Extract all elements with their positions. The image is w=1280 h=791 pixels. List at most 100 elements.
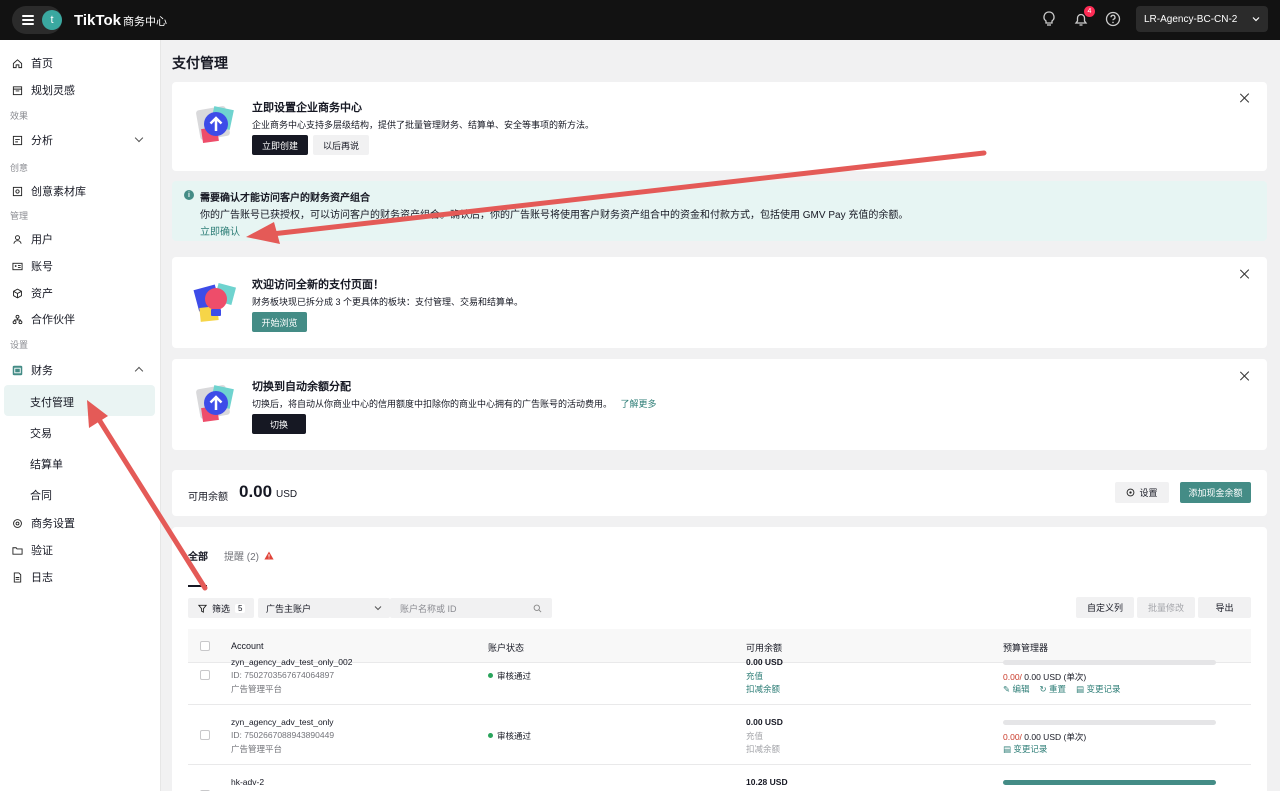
account-name[interactable]: hk-adv-2 bbox=[231, 777, 264, 787]
budget-progress-bar bbox=[1003, 660, 1216, 665]
row-checkbox[interactable] bbox=[200, 670, 210, 680]
account-card-icon bbox=[12, 262, 23, 270]
balance-label: 可用余额 bbox=[188, 492, 228, 503]
switch-button[interactable]: 切换 bbox=[252, 414, 306, 434]
account-type-select[interactable]: 广告主账户 bbox=[258, 598, 390, 618]
sidebar-item-analysis[interactable]: 分析 bbox=[12, 132, 152, 148]
sidebar-item-home[interactable]: 首页 bbox=[12, 55, 53, 71]
sidebar-item-partners[interactable]: 合作伙伴 bbox=[12, 311, 75, 327]
search-input[interactable]: 账户名称或 ID bbox=[390, 598, 552, 618]
learn-more-link[interactable]: 了解更多 bbox=[621, 399, 657, 409]
sidebar-item-business-settings[interactable]: 商务设置 bbox=[12, 515, 75, 531]
notification-badge: 4 bbox=[1084, 6, 1095, 17]
search-icon bbox=[533, 604, 542, 612]
close-icon[interactable] bbox=[1240, 371, 1250, 381]
sidebar-item-plan[interactable]: 规划灵感 bbox=[12, 82, 75, 98]
account-name[interactable]: zyn_agency_adv_test_only_002 bbox=[231, 657, 352, 667]
select-value: 广告主账户 bbox=[266, 603, 312, 614]
chevron-down-icon bbox=[374, 606, 382, 611]
start-browse-button[interactable]: 开始浏览 bbox=[252, 312, 307, 332]
sidebar-item-logs[interactable]: 日志 bbox=[12, 569, 53, 585]
batch-edit-button[interactable]: 批量修改 bbox=[1137, 597, 1195, 618]
upload-illustration-icon bbox=[196, 385, 234, 423]
table-row: zyn_agency_adv_test_only ID: 75026670889… bbox=[188, 705, 1251, 765]
export-button[interactable]: 导出 bbox=[1198, 597, 1251, 618]
user-avatar[interactable]: t bbox=[42, 10, 62, 30]
chevron-up-icon bbox=[134, 366, 144, 376]
sidebar-item-label: 资产 bbox=[31, 288, 53, 300]
close-icon[interactable] bbox=[1240, 269, 1250, 279]
settings-button[interactable]: 设置 bbox=[1115, 482, 1169, 503]
folder-icon bbox=[12, 546, 23, 555]
card-description: 切换后，将自动从你商业中心的信用额度中扣除你的商业中心拥有的广告账号的活动费用。… bbox=[252, 397, 657, 410]
settings-label: 设置 bbox=[1139, 488, 1158, 498]
balance-value: 0.00 USD bbox=[746, 717, 783, 727]
sidebar-item-label: 首页 bbox=[31, 58, 53, 70]
card-description: 财务板块现已拆分成 3 个更具体的板块：支付管理、交易和结算单。 bbox=[252, 297, 524, 307]
budget-progress-bar bbox=[1003, 780, 1216, 785]
sidebar-item-transactions[interactable]: 交易 bbox=[30, 425, 52, 441]
status-badge: 审核通过 bbox=[488, 730, 531, 742]
lightbulb-icon[interactable] bbox=[1040, 10, 1058, 28]
reset-link[interactable]: ↻ 重置 bbox=[1040, 683, 1067, 695]
deduct-balance-link[interactable]: 扣减余额 bbox=[746, 743, 780, 755]
card-description: 企业商务中心支持多层级结构，提供了批量管理财务、结算单、安全等事项的新方法。 bbox=[252, 120, 595, 130]
add-cash-balance-button[interactable]: 添加现金余额 bbox=[1180, 482, 1251, 503]
account-switcher[interactable]: LR-Agency-BC-CN-2 bbox=[1136, 6, 1268, 32]
deduct-balance-link[interactable]: 扣减余额 bbox=[746, 683, 780, 695]
status-label: 审核通过 bbox=[497, 671, 532, 681]
sidebar-item-label: 日志 bbox=[31, 572, 53, 584]
finance-icon bbox=[12, 365, 23, 375]
sidebar-item-assets[interactable]: 资产 bbox=[12, 285, 53, 301]
sidebar-item-creative-library[interactable]: 创意素材库 bbox=[12, 183, 86, 199]
account-name[interactable]: zyn_agency_adv_test_only bbox=[231, 717, 334, 727]
analysis-icon bbox=[12, 135, 23, 145]
balance-card: 可用余额 0.00 USD 设置 添加现金余额 bbox=[172, 470, 1267, 516]
search-placeholder: 账户名称或 ID bbox=[400, 603, 457, 614]
custom-columns-button[interactable]: 自定义列 bbox=[1076, 597, 1134, 618]
status-badge: 审核通过 bbox=[488, 670, 531, 682]
tab-reminder[interactable]: 提醒 (2) bbox=[224, 548, 274, 563]
confirm-access-banner: i 需要确认才能访问客户的财务资产组合 你的广告账号已获授权，可以访问客户的财务… bbox=[172, 181, 1267, 241]
menu-button[interactable]: t bbox=[12, 6, 62, 34]
sidebar-item-accounts[interactable]: 账号 bbox=[12, 258, 53, 274]
close-icon[interactable] bbox=[1240, 93, 1250, 103]
sidebar-item-statements[interactable]: 结算单 bbox=[30, 456, 63, 472]
sidebar-item-contracts[interactable]: 合同 bbox=[30, 487, 52, 503]
confirm-now-link[interactable]: 立即确认 bbox=[200, 223, 240, 238]
sidebar-item-label: 分析 bbox=[31, 135, 53, 147]
later-button[interactable]: 以后再说 bbox=[313, 135, 369, 155]
create-now-button[interactable]: 立即创建 bbox=[252, 135, 308, 155]
card-description-text: 切换后，将自动从你商业中心的信用额度中扣除你的商业中心拥有的广告账号的活动费用。 bbox=[252, 399, 613, 409]
tab-all[interactable]: 全部 bbox=[188, 548, 208, 563]
help-icon[interactable] bbox=[1104, 10, 1122, 28]
budget-used: 0.00/ bbox=[1003, 672, 1022, 682]
warning-icon bbox=[264, 551, 274, 560]
create-enterprise-card: 立即设置企业商务中心 企业商务中心支持多层级结构，提供了批量管理财务、结算单、安… bbox=[172, 82, 1267, 171]
sidebar-item-verification[interactable]: 验证 bbox=[12, 542, 53, 558]
history-link[interactable]: ▤ 变更记录 bbox=[1076, 683, 1120, 695]
brand-name: TikTok bbox=[74, 11, 121, 29]
active-tab-indicator bbox=[188, 585, 207, 587]
card-title: 立即设置企业商务中心 bbox=[252, 102, 362, 114]
sidebar-category: 设置 bbox=[10, 340, 29, 350]
sidebar-item-payment-management[interactable]: 支付管理 bbox=[30, 394, 74, 410]
refresh-icon: ↻ bbox=[1039, 684, 1047, 694]
bell-icon[interactable]: 4 bbox=[1072, 6, 1095, 28]
sidebar-item-users[interactable]: 用户 bbox=[12, 231, 53, 247]
sidebar-item-label: 财务 bbox=[31, 365, 53, 377]
account-id: ID: 7502703567674064897 bbox=[231, 670, 335, 680]
recharge-link[interactable]: 充值 bbox=[746, 730, 763, 742]
filter-button[interactable]: 筛选 5 bbox=[188, 598, 254, 618]
history-link[interactable]: ▤ 变更记录 bbox=[1003, 743, 1047, 755]
status-dot bbox=[488, 673, 493, 678]
recharge-link[interactable]: 充值 bbox=[746, 670, 763, 682]
page-title: 支付管理 bbox=[172, 55, 228, 71]
row-checkbox[interactable] bbox=[200, 730, 210, 740]
edit-link[interactable]: ✎ 编辑 bbox=[1003, 683, 1030, 695]
sidebar-item-finance[interactable]: 财务 bbox=[12, 362, 53, 378]
welcome-card: 欢迎访问全新的支付页面！ 财务板块现已拆分成 3 个更具体的板块：支付管理、交易… bbox=[172, 257, 1267, 348]
budget-total: 0.00 USD (单次) bbox=[1024, 672, 1087, 682]
reset-label: 重置 bbox=[1049, 684, 1067, 694]
brand-logo[interactable]: TikTok 商务中心 bbox=[74, 12, 167, 29]
